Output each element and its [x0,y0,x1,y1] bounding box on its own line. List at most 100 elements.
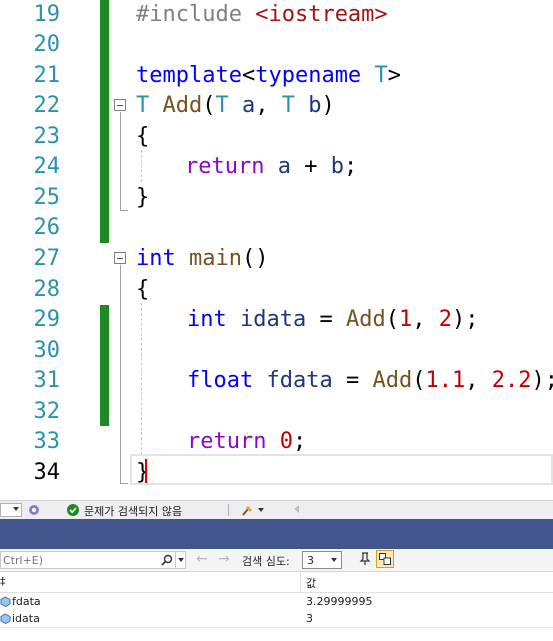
token: = [345,368,360,393]
line-number: 23 [33,124,61,149]
git-icon[interactable] [27,503,41,517]
line-number: 29 [33,307,61,332]
search-input[interactable] [1,552,159,568]
code-editor[interactable]: 19 20 21 22 23 24 25 26 27 28 29 30 31 3… [0,0,553,492]
locals-panel-header [0,519,553,547]
code-line-19: #include <iostream> [136,0,388,30]
table-row[interactable]: idata 3 [0,610,553,627]
token: a [242,93,256,118]
token: #include [136,2,242,27]
token: fdata [266,368,333,393]
token: , [412,307,426,332]
token: idata [240,307,307,332]
code-line-29: int idata = Add(1, 2); [187,305,478,335]
collapse-icon[interactable] [114,252,126,264]
brush-icon[interactable] [240,503,254,517]
token: , [465,368,479,393]
line-number: 22 [33,93,61,118]
change-marker [100,305,109,426]
row-divider [0,627,553,628]
status-message[interactable]: 문제가 검색되지 않음 [84,503,182,519]
token: Add [162,93,203,118]
token: template [136,63,242,88]
token: 2.2 [491,368,532,393]
code-line-31: float fdata = Add(1.1, 2.2); [187,366,553,396]
forward-arrow-icon[interactable]: → [218,551,230,567]
fold-end [120,210,128,211]
column-divider[interactable] [300,572,301,592]
token: ; [292,429,307,454]
zoom-dropdown[interactable] [0,503,22,517]
variable-name: idata [12,612,40,625]
token: 2 [438,307,452,332]
current-line-highlight [130,454,553,485]
chevron-down-icon [13,507,19,511]
token: float [187,368,254,393]
code-line-33: return 0; [187,427,306,457]
column-header-name[interactable]: ‡ [0,575,6,588]
line-number: 32 [33,399,61,424]
chevron-down-icon[interactable] [258,508,264,512]
indent-guide [141,303,142,455]
collapse-icon[interactable] [114,99,126,111]
search-depth-select[interactable]: 3 [302,551,342,569]
code-line-25: } [136,185,150,210]
token: > [387,63,401,88]
change-marker [100,0,109,243]
chevron-down-icon[interactable] [178,558,184,562]
token: , [255,93,269,118]
column-header-value[interactable]: 값 [306,575,316,591]
scroll-left-icon[interactable] [294,505,299,513]
token: typename [255,63,362,88]
separator [175,552,176,568]
variable-value[interactable]: 3.29999995 [306,595,372,608]
token: 1 [398,307,413,332]
line-number: 21 [33,63,61,88]
line-number: 26 [33,215,61,240]
variable-icon [0,613,11,624]
code-line-21: template<typename T> [136,61,401,91]
locals-toolbar: ← → 검색 심도: 3 [0,549,553,572]
hex-display-toggle[interactable] [376,550,394,568]
token: () [241,246,269,271]
token: T [281,93,295,118]
fold-line [120,112,121,210]
fold-line [120,265,121,483]
token: return [187,429,267,454]
variable-value[interactable]: 3 [306,612,313,625]
line-number: 31 [33,368,61,393]
chevron-down-icon [331,558,337,562]
token: int [187,307,227,332]
fold-end [120,483,128,484]
token: main [189,246,242,271]
search-icon[interactable] [161,554,173,566]
code-line-23: { [136,124,150,149]
token: b [308,93,322,118]
search-box[interactable] [0,551,186,569]
code-line-22: T Add(T a, T b) [136,91,335,121]
code-line-34: } [136,460,150,485]
token: return [185,154,265,179]
token: < [241,63,256,88]
token: b [330,154,344,179]
token: T [374,63,388,88]
token: ) [321,93,335,118]
token: 0 [279,429,293,454]
line-number-current: 34 [33,460,61,485]
variable-name: fdata [12,595,41,608]
pin-icon[interactable] [358,552,372,566]
code-line-27: int main() [136,244,268,274]
token: ( [385,307,399,332]
code-line-28: { [136,277,150,302]
check-circle-icon [67,504,79,516]
token: ; [343,154,358,179]
token: <iostream> [255,2,388,27]
token: ); [531,368,553,393]
back-arrow-icon[interactable]: ← [196,551,208,567]
token: Add [372,368,413,393]
search-depth-value: 3 [307,554,314,567]
token: ( [202,93,216,118]
table-row[interactable]: fdata 3.29999995 [0,593,553,610]
line-number: 24 [33,154,61,179]
separator [228,504,229,516]
